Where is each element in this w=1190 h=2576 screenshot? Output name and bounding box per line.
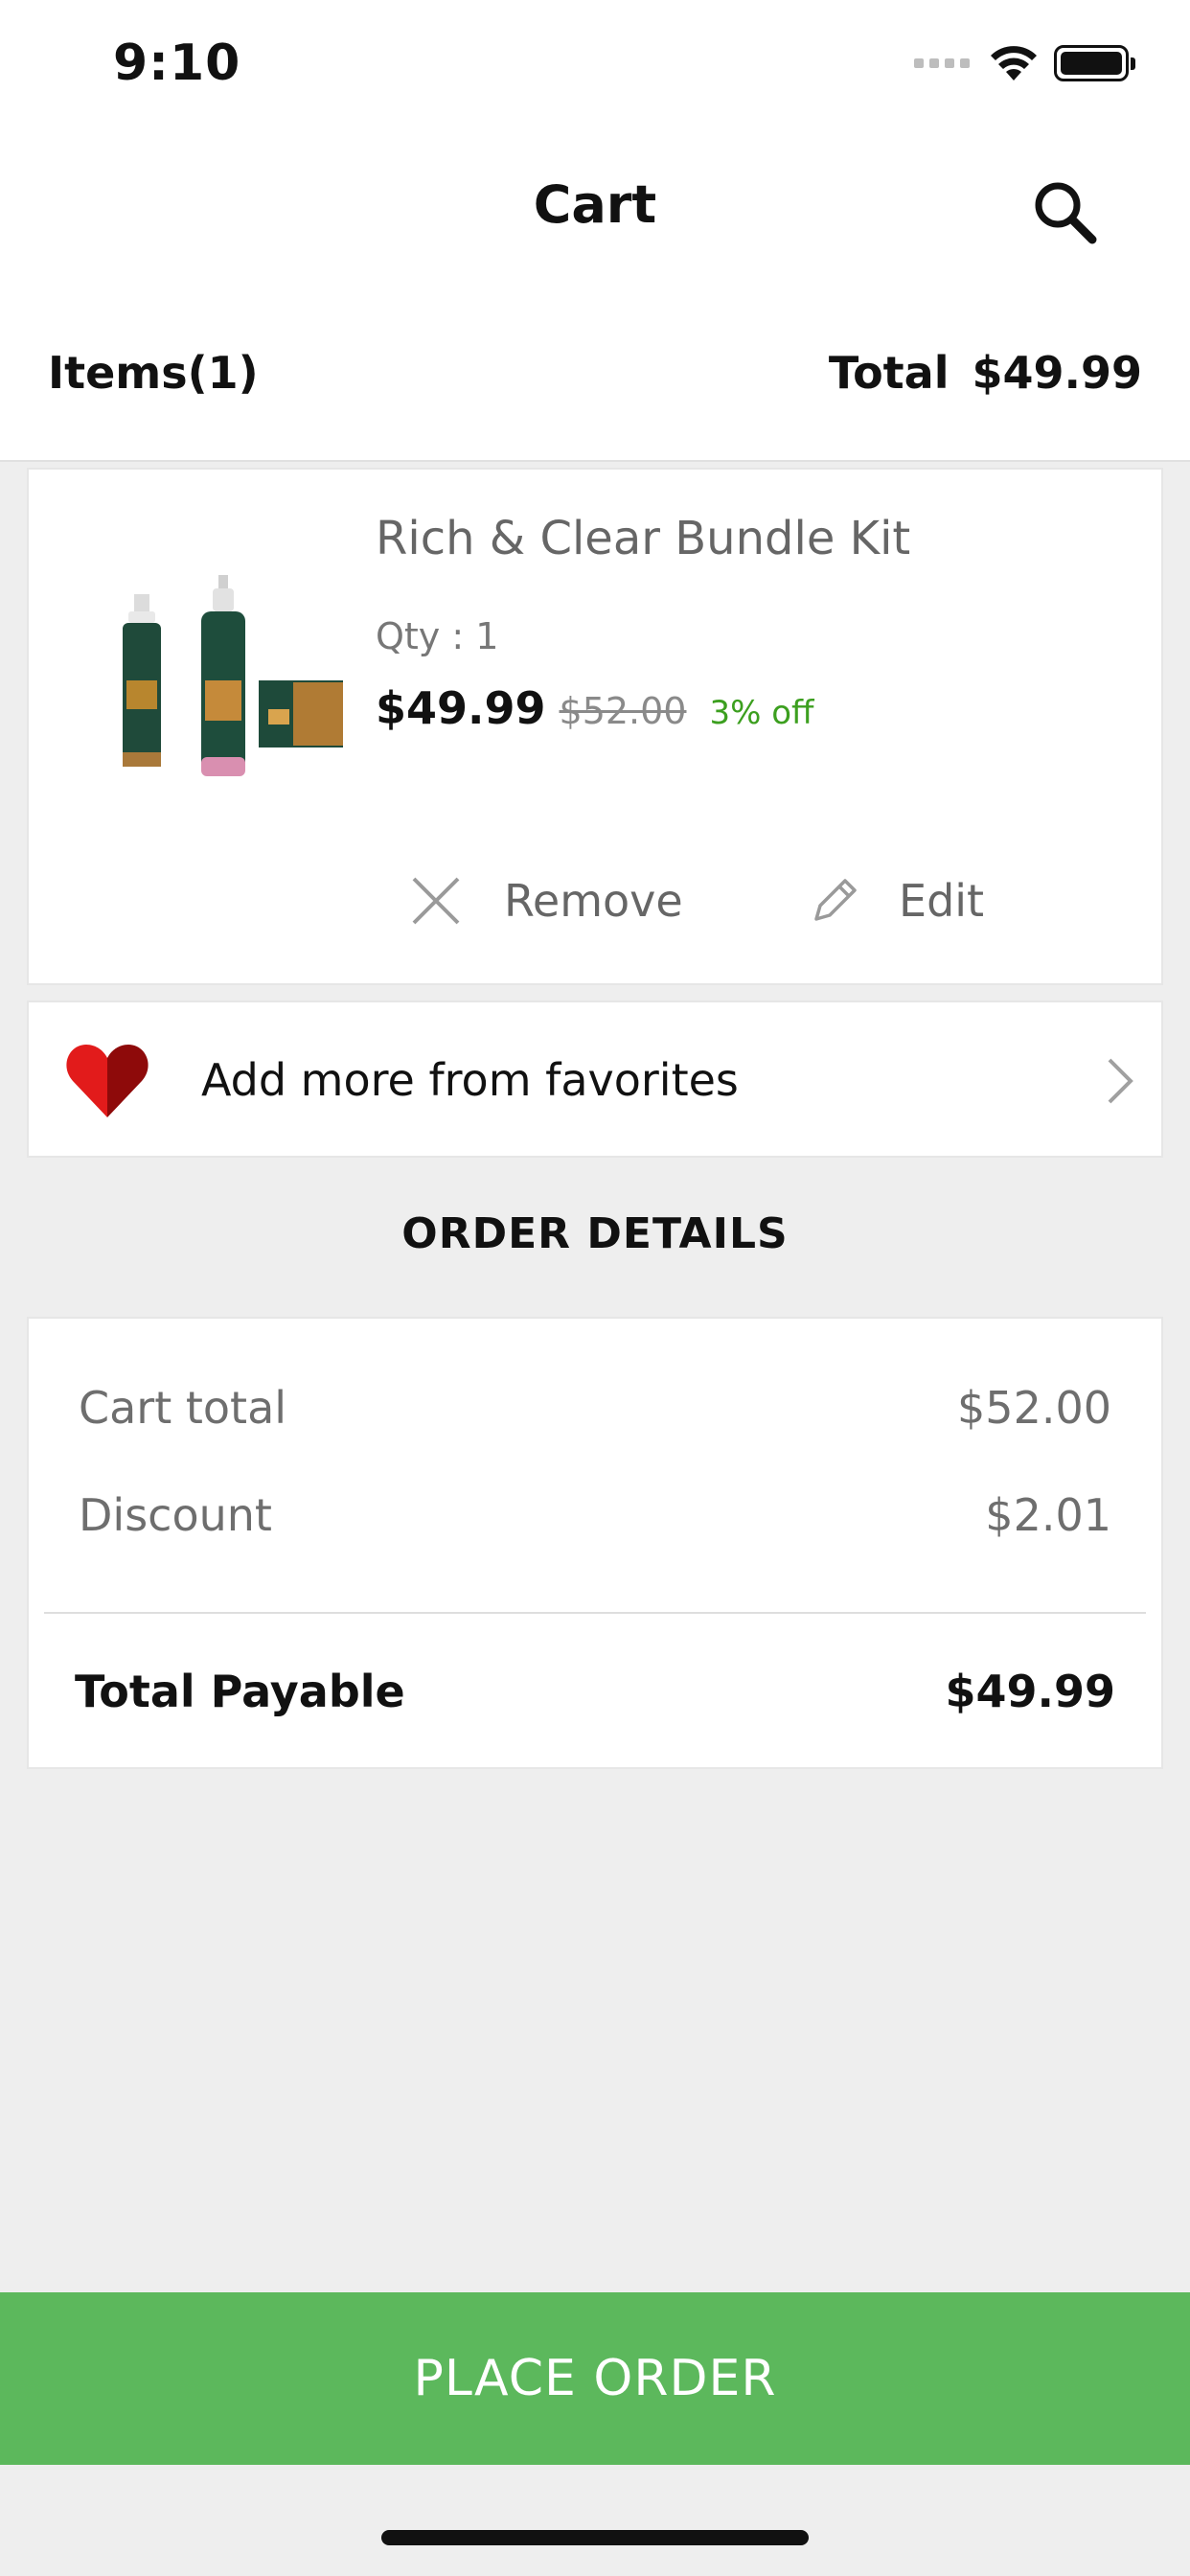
cart-summary: Items(1) Total $49.99 <box>0 299 1190 462</box>
total-payable-row: Total Payable $49.99 <box>75 1666 1115 1717</box>
price-current: $49.99 <box>376 682 546 734</box>
total-payable-label: Total Payable <box>75 1666 405 1717</box>
battery-icon <box>1054 45 1135 81</box>
cellular-signal-icon <box>914 58 970 68</box>
product-qty: Qty : 1 <box>376 615 499 657</box>
status-time: 9:10 <box>113 34 241 92</box>
status-icons <box>914 42 1135 84</box>
wifi-icon <box>991 46 1037 80</box>
add-from-favorites[interactable]: Add more from favorites <box>27 1000 1163 1158</box>
favorites-label: Add more from favorites <box>201 1054 739 1106</box>
order-details-card: Cart total $52.00 Discount $2.01 Total P… <box>27 1317 1163 1769</box>
remove-button[interactable]: Remove <box>410 862 683 939</box>
divider <box>44 1612 1146 1614</box>
page-title: Cart <box>533 174 657 235</box>
product-name[interactable]: Rich & Clear Bundle Kit <box>376 512 910 565</box>
cart-item-actions: Remove Edit <box>376 862 1104 939</box>
discount-label: Discount <box>79 1489 272 1541</box>
cart-item-card: Rich & Clear Bundle Kit Qty : 1 $49.99 $… <box>27 468 1163 985</box>
edit-label: Edit <box>899 875 985 927</box>
cart-total-row: Cart total $52.00 <box>79 1382 1111 1434</box>
search-icon[interactable] <box>1029 176 1102 249</box>
status-bar: 9:10 <box>0 0 1190 126</box>
order-details-heading: ORDER DETAILS <box>401 1209 789 1258</box>
price-row: $49.99 $52.00 3% off <box>376 682 813 734</box>
summary-total-label: Total <box>828 347 950 399</box>
chevron-right-icon <box>1108 1058 1133 1104</box>
close-icon <box>412 877 460 925</box>
cart-total-label: Cart total <box>79 1382 287 1434</box>
discount-badge: 3% off <box>709 694 814 732</box>
total-payable-value: $49.99 <box>945 1666 1115 1717</box>
discount-value: $2.01 <box>985 1489 1111 1541</box>
nav-bar: Cart <box>0 126 1190 299</box>
place-order-button[interactable]: PLACE ORDER <box>0 2292 1190 2465</box>
discount-row: Discount $2.01 <box>79 1489 1111 1541</box>
heart-icon <box>66 1045 149 1117</box>
product-image <box>123 575 343 776</box>
items-count: Items(1) <box>48 347 259 399</box>
pencil-icon <box>814 879 857 921</box>
remove-label: Remove <box>504 875 683 927</box>
edit-button[interactable]: Edit <box>809 862 984 939</box>
price-original: $52.00 <box>559 690 687 732</box>
summary-total: Total $49.99 <box>829 347 1142 399</box>
summary-total-value: $49.99 <box>972 347 1142 399</box>
cart-total-value: $52.00 <box>957 1382 1111 1434</box>
home-indicator <box>381 2530 809 2545</box>
